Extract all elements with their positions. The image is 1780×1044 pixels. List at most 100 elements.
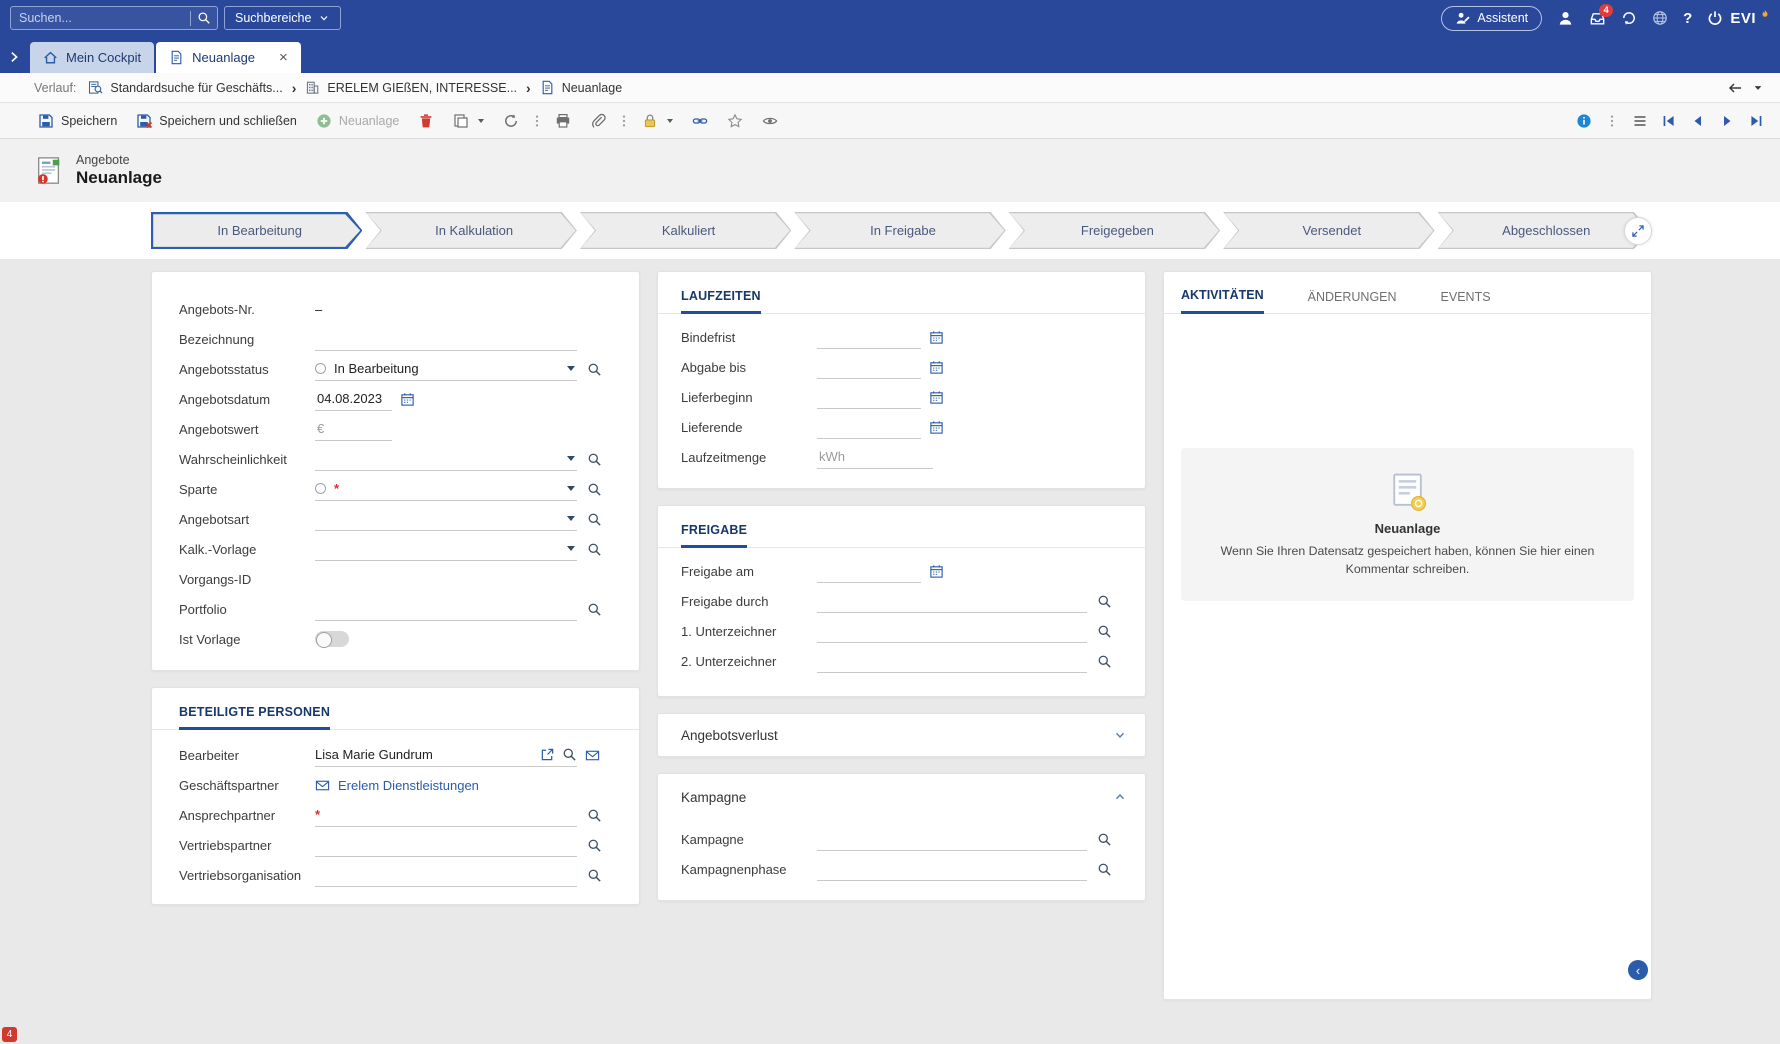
search-icon[interactable] bbox=[587, 808, 602, 823]
angebotsverlust-header[interactable]: Angebotsverlust bbox=[658, 714, 1145, 756]
overflow-icon[interactable] bbox=[617, 114, 631, 128]
stage-in-kalkulation[interactable]: In Kalkulation bbox=[365, 212, 576, 249]
search-icon[interactable] bbox=[1097, 862, 1112, 877]
caret-down-icon[interactable] bbox=[567, 456, 575, 461]
kalk-vorlage-dropdown[interactable] bbox=[315, 537, 577, 561]
open-record-icon[interactable] bbox=[540, 747, 555, 762]
refresh-button[interactable] bbox=[495, 109, 527, 133]
caret-down-icon[interactable] bbox=[567, 516, 575, 521]
calendar-icon[interactable] bbox=[929, 360, 944, 375]
caret-down-icon[interactable] bbox=[567, 366, 575, 371]
angebotsstatus-dropdown[interactable]: In Bearbeitung bbox=[315, 357, 577, 381]
search-icon[interactable] bbox=[562, 747, 577, 762]
assistant-button[interactable]: Assistent bbox=[1441, 6, 1542, 31]
search-icon[interactable] bbox=[587, 602, 602, 617]
global-search[interactable] bbox=[10, 6, 218, 30]
search-icon[interactable] bbox=[587, 542, 602, 557]
abgabe-bis-input[interactable] bbox=[817, 355, 921, 379]
search-icon[interactable] bbox=[587, 482, 602, 497]
search-input[interactable] bbox=[11, 11, 190, 25]
sparte-dropdown[interactable]: * bbox=[315, 477, 577, 501]
overflow-icon[interactable] bbox=[1605, 114, 1619, 128]
delete-button[interactable] bbox=[410, 109, 442, 133]
bindefrist-input[interactable] bbox=[817, 325, 921, 349]
copy-button[interactable] bbox=[445, 109, 492, 133]
angebotswert-input[interactable] bbox=[315, 417, 392, 441]
history-dropdown-icon[interactable] bbox=[1752, 82, 1764, 94]
tab-aktivitaeten[interactable]: AKTIVITÄTEN bbox=[1181, 288, 1264, 314]
power-icon[interactable] bbox=[1707, 10, 1723, 26]
info-icon[interactable] bbox=[1576, 113, 1592, 129]
search-icon[interactable] bbox=[587, 452, 602, 467]
globe-icon[interactable] bbox=[1652, 10, 1668, 26]
ansprechpartner-field[interactable]: * bbox=[315, 803, 577, 827]
freigabe-durch-field[interactable] bbox=[817, 589, 1087, 613]
notifications-button[interactable]: 4 bbox=[1589, 10, 1606, 27]
watch-button[interactable] bbox=[754, 109, 786, 133]
user-icon[interactable] bbox=[1557, 10, 1574, 27]
kampagne-field[interactable] bbox=[817, 827, 1087, 851]
search-icon[interactable] bbox=[197, 11, 211, 25]
search-scope-dropdown[interactable]: Suchbereiche bbox=[224, 6, 341, 30]
angebotsart-dropdown[interactable] bbox=[315, 507, 577, 531]
stage-in-bearbeitung[interactable]: In Bearbeitung bbox=[151, 212, 362, 249]
stage-freigegeben[interactable]: Freigegeben bbox=[1009, 212, 1220, 249]
tab-mein-cockpit[interactable]: Mein Cockpit bbox=[30, 42, 154, 73]
close-icon[interactable]: × bbox=[279, 50, 288, 65]
caret-down-icon[interactable] bbox=[567, 546, 575, 551]
lieferende-input[interactable] bbox=[817, 415, 921, 439]
stage-versendet[interactable]: Versendet bbox=[1223, 212, 1434, 249]
nav-expand-icon[interactable] bbox=[7, 50, 21, 64]
calendar-icon[interactable] bbox=[929, 330, 944, 345]
vertriebsorganisation-field[interactable] bbox=[315, 863, 577, 887]
redo-icon[interactable] bbox=[1621, 10, 1637, 26]
help-button[interactable]: ? bbox=[1683, 10, 1692, 27]
search-icon[interactable] bbox=[1097, 832, 1112, 847]
calendar-icon[interactable] bbox=[929, 420, 944, 435]
kampagnenphase-field[interactable] bbox=[817, 857, 1087, 881]
calendar-icon[interactable] bbox=[929, 390, 944, 405]
portfolio-field[interactable] bbox=[315, 597, 577, 621]
favorite-button[interactable] bbox=[719, 109, 751, 133]
next-record-icon[interactable] bbox=[1719, 113, 1735, 129]
chevron-down-icon[interactable] bbox=[1113, 728, 1127, 742]
calendar-icon[interactable] bbox=[929, 564, 944, 579]
search-icon[interactable] bbox=[1097, 654, 1112, 669]
laufzeitmenge-input[interactable] bbox=[817, 445, 933, 469]
permissions-button[interactable] bbox=[634, 109, 681, 133]
unterzeichner1-field[interactable] bbox=[817, 619, 1087, 643]
overflow-icon[interactable] bbox=[530, 114, 544, 128]
search-icon[interactable] bbox=[587, 512, 602, 527]
history-item-search[interactable]: Standardsuche für Geschäfts... bbox=[88, 80, 282, 95]
list-view-icon[interactable] bbox=[1632, 113, 1648, 129]
corner-notification-badge[interactable]: 4 bbox=[2, 1027, 17, 1042]
stage-abgeschlossen[interactable]: Abgeschlossen bbox=[1438, 212, 1649, 249]
attachment-button[interactable] bbox=[582, 109, 614, 133]
unterzeichner2-field[interactable] bbox=[817, 649, 1087, 673]
chevron-up-icon[interactable] bbox=[1113, 790, 1127, 804]
lieferbeginn-input[interactable] bbox=[817, 385, 921, 409]
collapse-panel-button[interactable]: ‹ bbox=[1628, 960, 1648, 980]
stage-in-freigabe[interactable]: In Freigabe bbox=[794, 212, 1005, 249]
caret-down-icon[interactable] bbox=[567, 486, 575, 491]
kampagne-header[interactable]: Kampagne bbox=[658, 774, 1145, 820]
tab-events[interactable]: EVENTS bbox=[1441, 290, 1491, 313]
search-icon[interactable] bbox=[1097, 594, 1112, 609]
vertriebspartner-field[interactable] bbox=[315, 833, 577, 857]
angebotsdatum-input[interactable] bbox=[315, 387, 392, 411]
link-button[interactable] bbox=[684, 109, 716, 133]
tab-neuanlage[interactable]: Neuanlage × bbox=[156, 42, 301, 73]
tab-aenderungen[interactable]: ÄNDERUNGEN bbox=[1308, 290, 1397, 313]
print-button[interactable] bbox=[547, 109, 579, 133]
previous-record-icon[interactable] bbox=[1690, 113, 1706, 129]
stage-kalkuliert[interactable]: Kalkuliert bbox=[580, 212, 791, 249]
first-record-icon[interactable] bbox=[1661, 113, 1677, 129]
save-button[interactable]: Speichern bbox=[30, 109, 125, 133]
geschaeftspartner-link[interactable]: Erelem Dienstleistungen bbox=[338, 778, 479, 793]
search-icon[interactable] bbox=[587, 362, 602, 377]
search-icon[interactable] bbox=[1097, 624, 1112, 639]
wahrscheinlichkeit-dropdown[interactable] bbox=[315, 447, 577, 471]
ist-vorlage-toggle[interactable] bbox=[315, 631, 349, 647]
history-item-neuanlage[interactable]: Neuanlage bbox=[540, 80, 622, 95]
calendar-icon[interactable] bbox=[400, 392, 415, 407]
